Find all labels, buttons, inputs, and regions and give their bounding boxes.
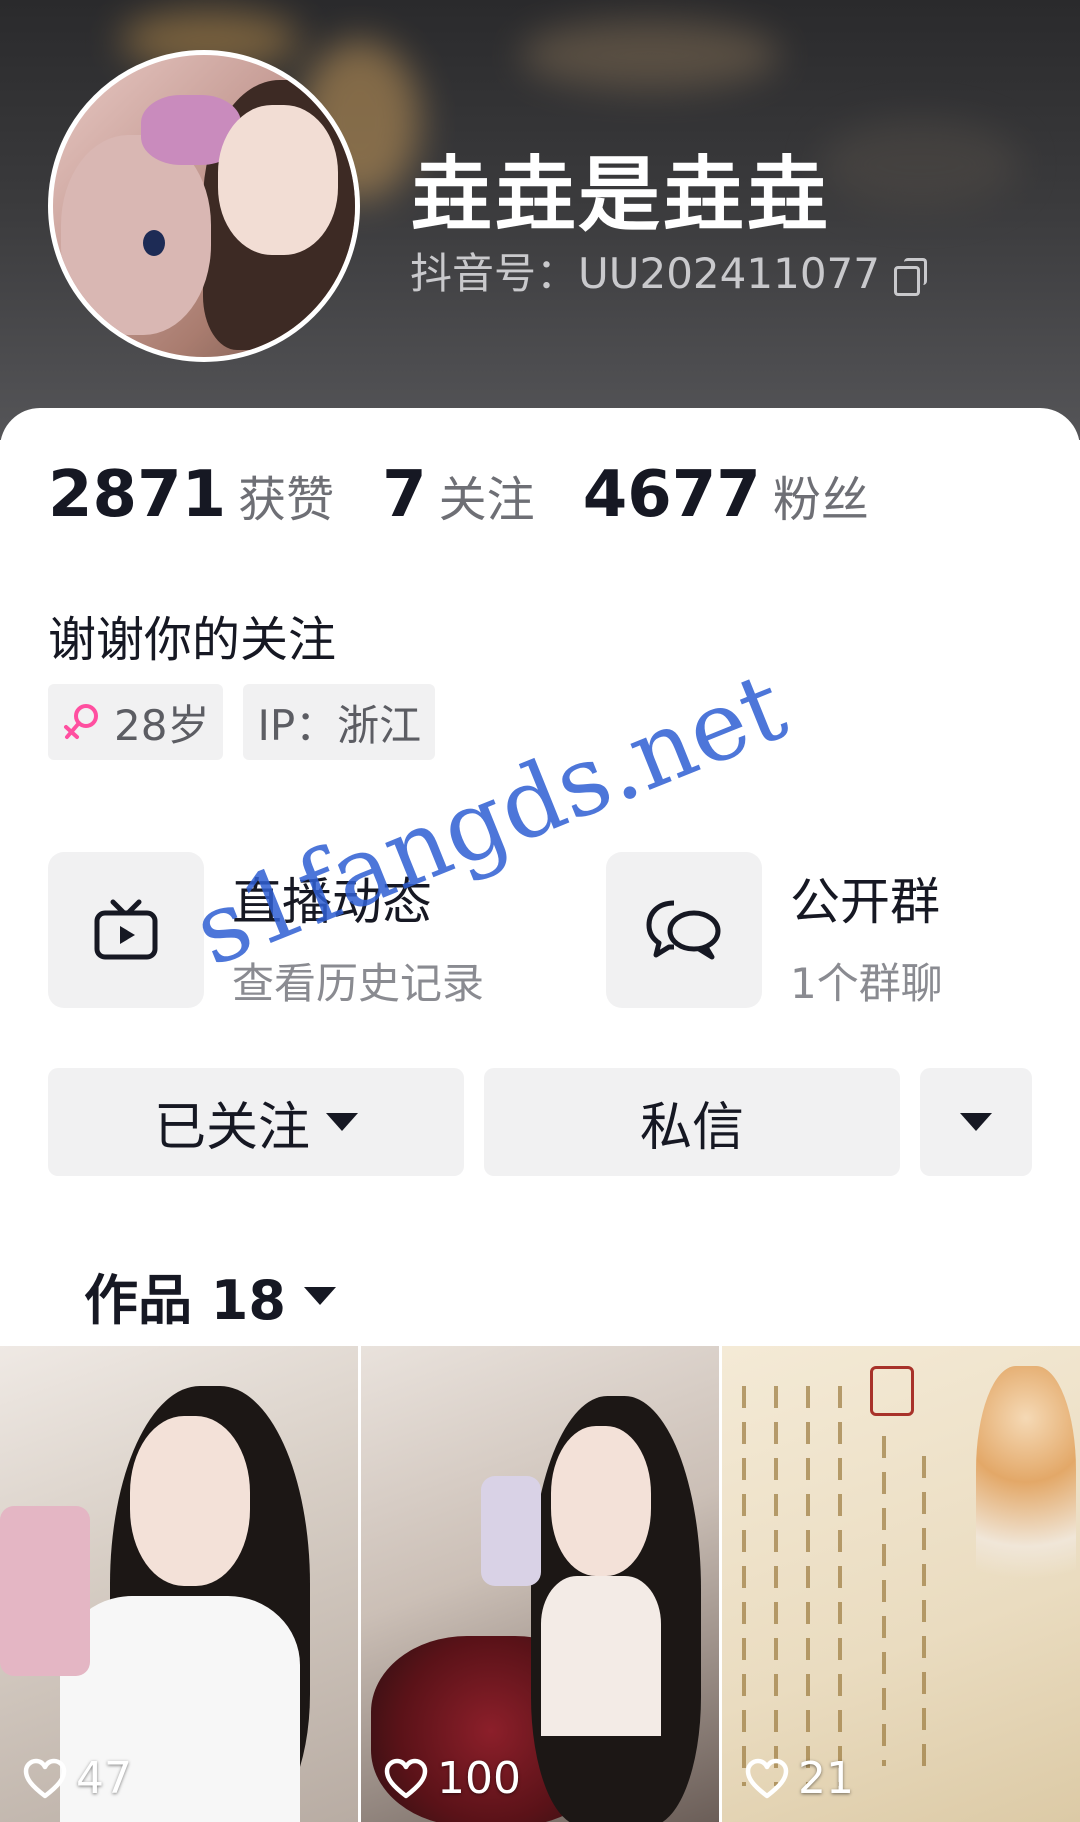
avatar[interactable]: [48, 50, 360, 362]
stat-value: 7: [382, 458, 427, 532]
ip-tag: IP：浙江: [243, 684, 436, 760]
followed-button[interactable]: 已关注: [48, 1068, 464, 1176]
feature-icon-box: [606, 852, 762, 1008]
video-thumbnail[interactable]: 21: [722, 1346, 1080, 1822]
ip-text: IP：浙江: [257, 700, 422, 750]
feature-icon-box: [48, 852, 204, 1008]
female-icon: [64, 704, 98, 739]
tv-icon: [94, 899, 158, 960]
stat-following[interactable]: 7 关注: [382, 458, 535, 532]
like-count: 47: [22, 1753, 132, 1804]
feature-subtitle: 1个群聊: [790, 959, 943, 1008]
sutra-text-column: [882, 1436, 886, 1766]
age-text: 28岁: [114, 700, 210, 750]
douyin-id[interactable]: 抖音号：UU202411077: [410, 240, 927, 301]
figure-face: [551, 1426, 651, 1576]
background-light: [820, 120, 1020, 210]
video-grid: 47 100 21: [0, 1346, 1080, 1822]
profile-header: 垚垚是垚垚 抖音号：UU202411077: [0, 0, 1080, 440]
guanyin-figure: [976, 1366, 1076, 1626]
figure-face: [130, 1416, 250, 1586]
stat-label: 粉丝: [772, 472, 869, 528]
stat-value: 2871: [48, 458, 227, 532]
chevron-down-icon: [960, 1113, 992, 1131]
sutra-text-column: [922, 1456, 926, 1766]
like-count-text: 47: [76, 1753, 132, 1804]
douyin-id-text: 抖音号：UU202411077: [410, 249, 880, 298]
age-tag: 28岁: [48, 684, 224, 760]
heart-icon: [23, 1758, 67, 1798]
stat-likes: 2871 获赞: [48, 458, 334, 532]
message-button[interactable]: 私信: [484, 1068, 900, 1176]
stat-value: 4677: [582, 458, 761, 532]
profile-card: 2871 获赞 7 关注 4677 粉丝 谢谢你的关注 28岁 IP：浙江 直播…: [0, 408, 1080, 1822]
heart-icon: [745, 1758, 789, 1798]
works-tab[interactable]: 作品 18: [84, 1256, 336, 1335]
like-count-text: 21: [798, 1753, 854, 1804]
heart-icon: [384, 1758, 428, 1798]
feature-title: 公开群: [790, 873, 940, 931]
nickname: 垚垚是垚垚: [410, 148, 831, 243]
sutra-text-column: [742, 1386, 746, 1786]
stat-label: 关注: [438, 472, 535, 528]
like-count-text: 100: [437, 1753, 521, 1804]
copy-icon[interactable]: [893, 258, 927, 296]
message-label: 私信: [639, 1097, 744, 1158]
like-count: 21: [744, 1753, 854, 1804]
sutra-text-column: [806, 1386, 810, 1786]
background-light: [520, 20, 780, 90]
public-group-entry[interactable]: 公开群 1个群聊: [606, 852, 943, 1011]
stats-row: 2871 获赞 7 关注 4677 粉丝: [48, 458, 917, 532]
feature-text: 公开群 1个群聊: [790, 862, 943, 1011]
video-thumbnail[interactable]: 47: [0, 1346, 358, 1822]
red-seal: [870, 1366, 914, 1416]
more-options-button[interactable]: [920, 1068, 1032, 1176]
figure-phone: [0, 1506, 90, 1676]
chevron-down-icon: [326, 1113, 358, 1131]
video-thumbnail[interactable]: 100: [361, 1346, 719, 1822]
figure-phone: [481, 1476, 541, 1586]
figure-body: [541, 1576, 661, 1736]
bio: 谢谢你的关注: [48, 612, 337, 668]
avatar-plush-bunny: [61, 135, 211, 335]
group-chat-icon: [646, 900, 721, 960]
profile-tags: 28岁 IP：浙江: [48, 684, 455, 760]
like-count: 100: [383, 1753, 521, 1804]
followed-label: 已关注: [153, 1097, 310, 1158]
stat-label: 获赞: [238, 472, 335, 528]
sutra-text-column: [838, 1386, 842, 1786]
avatar-face: [218, 105, 338, 255]
stat-followers[interactable]: 4677 粉丝: [583, 458, 869, 532]
works-label: 作品 18: [84, 1269, 286, 1332]
avatar-plush-eye: [143, 230, 165, 256]
sutra-text-column: [774, 1386, 778, 1786]
chevron-down-icon: [303, 1286, 336, 1305]
